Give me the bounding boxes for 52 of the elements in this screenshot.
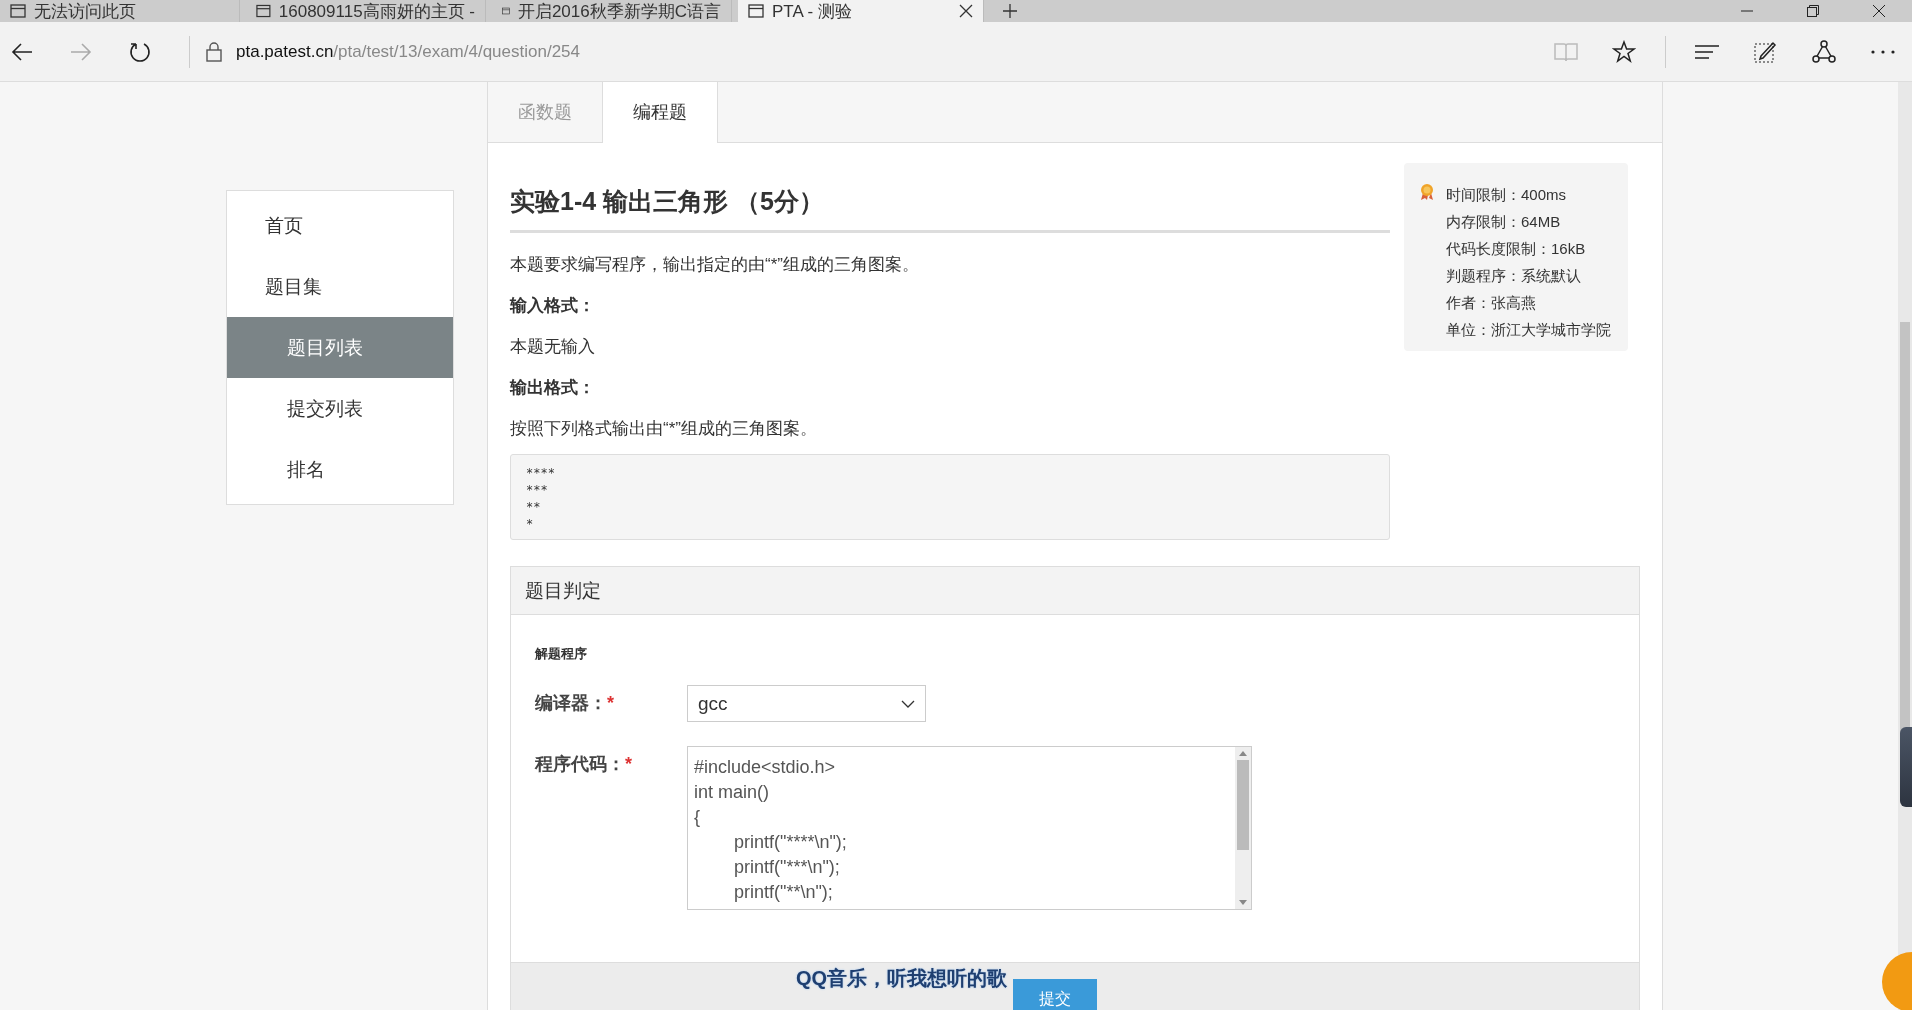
- new-tab-icon[interactable]: [1002, 3, 1018, 19]
- section-heading: 输入格式：: [510, 295, 596, 317]
- nav-item[interactable]: 题目集: [227, 256, 453, 317]
- tab-title: 160809115高雨妍的主页 -: [278, 0, 475, 22]
- lyric-overlay: QQ音乐，听我想听的歌: [795, 966, 1007, 991]
- info-text: 代码长度限制：16kB: [1446, 239, 1587, 259]
- question-tab[interactable]: 编程题: [602, 82, 718, 143]
- more-icon[interactable]: [1871, 49, 1895, 54]
- sample-output: **** *** ** *: [510, 454, 1390, 540]
- problem-title: 实验1-4 输出三角形 （5分）: [510, 185, 1390, 233]
- tab-title: 无法访问此页: [34, 0, 137, 22]
- nav-item[interactable]: 首页: [227, 195, 453, 256]
- section-label: 解题程序: [535, 645, 588, 663]
- problem-text: 按照下列格式输出由“*”组成的三角图案。: [510, 418, 818, 440]
- code-editor[interactable]: #include<stdio.h> int main() { printf("****\n"); printf("***\n"); printf("**\n");: [687, 746, 1252, 910]
- nav-item[interactable]: 排名: [227, 439, 453, 500]
- required-mark: *: [625, 754, 632, 774]
- compiler-select[interactable]: gcc: [687, 685, 926, 722]
- info-text: 内存限制：64MB: [1446, 212, 1562, 232]
- nav-item[interactable]: 提交列表: [227, 378, 453, 439]
- medal-icon: [1420, 183, 1434, 201]
- field-label: 编译器：: [535, 693, 607, 713]
- problem-text: 本题要求编写程序，输出指定的由“*”组成的三角图案。: [510, 254, 920, 276]
- menu-icon[interactable]: [1695, 43, 1719, 60]
- chevron-down-icon: [901, 699, 915, 708]
- field-label: 程序代码：: [535, 754, 625, 774]
- restore-icon[interactable]: [1807, 5, 1819, 17]
- share-icon[interactable]: [1811, 39, 1837, 64]
- section-heading: 输出格式：: [510, 377, 596, 399]
- info-text: 作者：张高燕: [1446, 293, 1537, 313]
- tab-page-icon: [256, 4, 271, 18]
- info-text: 单位：浙江大学城市学院: [1446, 320, 1611, 340]
- star-icon[interactable]: [1612, 39, 1636, 64]
- lock-icon: [206, 41, 222, 62]
- nav-item[interactable]: 题目列表: [227, 317, 453, 378]
- close-icon[interactable]: [959, 4, 973, 18]
- close-icon[interactable]: [1873, 5, 1885, 17]
- panel-header: 题目判定: [511, 567, 1639, 615]
- required-mark: *: [607, 693, 614, 713]
- browser-tab[interactable]: PTA - 测验: [738, 0, 984, 22]
- tab-page-icon: [502, 4, 510, 18]
- tab-title: PTA - 测验: [772, 0, 853, 22]
- info-text: 判题程序：系统默认: [1446, 266, 1582, 286]
- problem-text: 本题无输入: [510, 336, 596, 358]
- scroll-down-icon[interactable]: [1239, 900, 1247, 905]
- address-field[interactable]: pta.patest.cn/pta/test/13/exam/4/question/254: [236, 41, 580, 62]
- info-text: 时间限制：400ms: [1446, 185, 1568, 205]
- scrollbar[interactable]: [1235, 747, 1251, 909]
- scroll-up-icon[interactable]: [1239, 751, 1247, 756]
- tab-page-icon: [10, 4, 26, 18]
- tab-page-icon: [748, 4, 764, 18]
- pen-icon[interactable]: [1753, 39, 1777, 64]
